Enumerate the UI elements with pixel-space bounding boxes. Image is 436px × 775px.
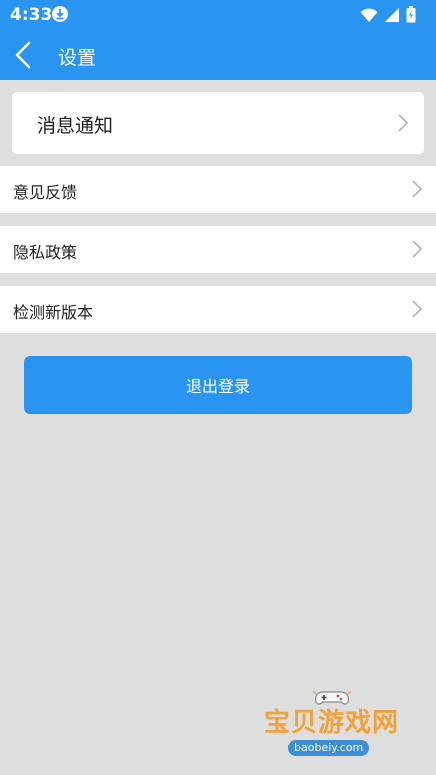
logout-button[interactable]: 退出登录 xyxy=(24,356,412,414)
notifications-label: 消息通知 xyxy=(37,115,114,137)
chevron-right-icon xyxy=(410,239,424,259)
settings-item-notifications[interactable]: 消息通知 xyxy=(12,92,424,154)
watermark-text: 宝贝游戏网 xyxy=(264,708,400,738)
status-bar: 4:33 xyxy=(0,0,436,30)
settings-item-feedback[interactable]: 意见反馈 xyxy=(0,166,436,213)
chevron-right-icon xyxy=(410,299,424,319)
download-icon xyxy=(52,6,68,22)
wifi-icon xyxy=(360,7,378,27)
chevron-right-icon xyxy=(396,113,410,133)
privacy-label: 隐私政策 xyxy=(13,243,78,262)
feedback-label: 意见反馈 xyxy=(13,183,78,202)
app-bar: 设置 xyxy=(0,30,436,80)
page-title: 设置 xyxy=(58,47,97,69)
status-time: 4:33 xyxy=(10,5,53,25)
settings-item-privacy[interactable]: 隐私政策 xyxy=(0,226,436,273)
watermark-logo: 宝贝游戏网 baobeiy.com xyxy=(262,690,402,770)
signal-icon xyxy=(384,7,400,27)
battery-icon xyxy=(406,6,416,27)
watermark-url: baobeiy.com xyxy=(288,740,370,756)
chevron-right-icon xyxy=(410,179,424,199)
update-label: 检测新版本 xyxy=(13,303,94,322)
back-arrow-icon[interactable] xyxy=(12,40,36,70)
settings-item-update[interactable]: 检测新版本 xyxy=(0,286,436,333)
